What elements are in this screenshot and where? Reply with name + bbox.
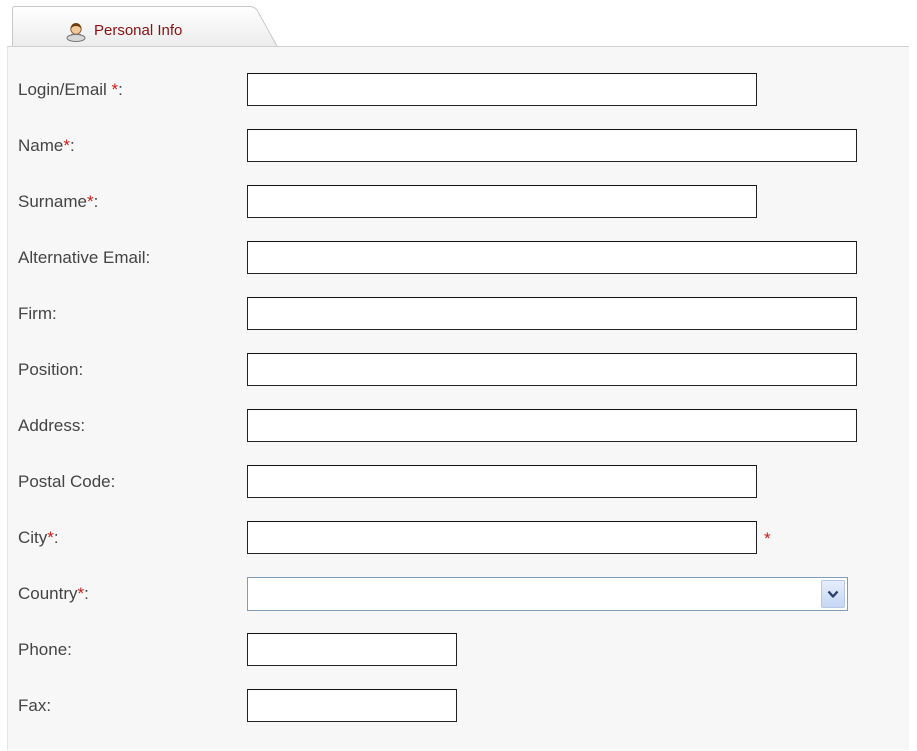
tab-personal-info-label: Personal Info	[94, 22, 183, 39]
form-row-city: City*: *	[8, 519, 910, 559]
postal-code-label: Postal Code:	[18, 472, 116, 491]
form-row-country: Country*:	[8, 575, 910, 615]
alternative-email-label: Alternative Email:	[18, 248, 151, 267]
city-required-indicator: *	[764, 529, 771, 548]
user-icon	[65, 20, 87, 42]
firm-label: Firm:	[18, 304, 57, 323]
address-label: Address:	[18, 416, 86, 435]
login-email-field[interactable]	[247, 73, 757, 106]
surname-label: Surname*:	[18, 192, 99, 211]
firm-field[interactable]	[247, 297, 857, 330]
phone-label: Phone:	[18, 640, 72, 659]
position-label: Position:	[18, 360, 84, 379]
form-row-name: Name*:	[8, 127, 910, 167]
phone-field[interactable]	[247, 633, 457, 666]
required-star: *	[63, 136, 70, 155]
city-label: City*:	[18, 528, 59, 547]
name-label: Name*:	[18, 136, 75, 155]
form-row-phone: Phone:	[8, 631, 910, 671]
tab-personal-info[interactable]: Personal Info	[12, 6, 278, 47]
form-row-login-email: Login/Email *:	[8, 71, 910, 111]
country-select[interactable]	[247, 577, 848, 611]
position-field[interactable]	[247, 353, 857, 386]
name-field[interactable]	[247, 129, 857, 162]
login-email-label: Login/Email *:	[18, 80, 123, 99]
required-star: *	[106, 80, 119, 99]
fax-label: Fax:	[18, 696, 52, 715]
fax-field[interactable]	[247, 689, 457, 722]
tab-strip: Personal Info	[0, 0, 917, 48]
form-row-firm: Firm:	[8, 295, 910, 335]
form-row-address: Address:	[8, 407, 910, 447]
form-row-postal-code: Postal Code:	[8, 463, 910, 503]
chevron-down-icon	[827, 590, 839, 598]
required-star: *	[86, 192, 94, 211]
personal-info-page: Personal Info Login/Email *: Name*: Surn…	[0, 0, 917, 751]
surname-field[interactable]	[247, 185, 757, 218]
form-row-surname: Surname*:	[8, 183, 910, 223]
city-field[interactable]	[247, 521, 757, 554]
form-row-alternative-email: Alternative Email:	[8, 239, 910, 279]
alternative-email-field[interactable]	[247, 241, 857, 274]
address-field[interactable]	[247, 409, 857, 442]
postal-code-field[interactable]	[247, 465, 757, 498]
form-row-fax: Fax:	[8, 687, 910, 727]
country-dropdown-button[interactable]	[821, 580, 845, 608]
country-label: Country*:	[18, 584, 89, 603]
form-row-position: Position:	[8, 351, 910, 391]
personal-info-form: Login/Email *: Name*: Surname*: Alternat…	[7, 46, 909, 750]
required-star: *	[47, 528, 54, 547]
